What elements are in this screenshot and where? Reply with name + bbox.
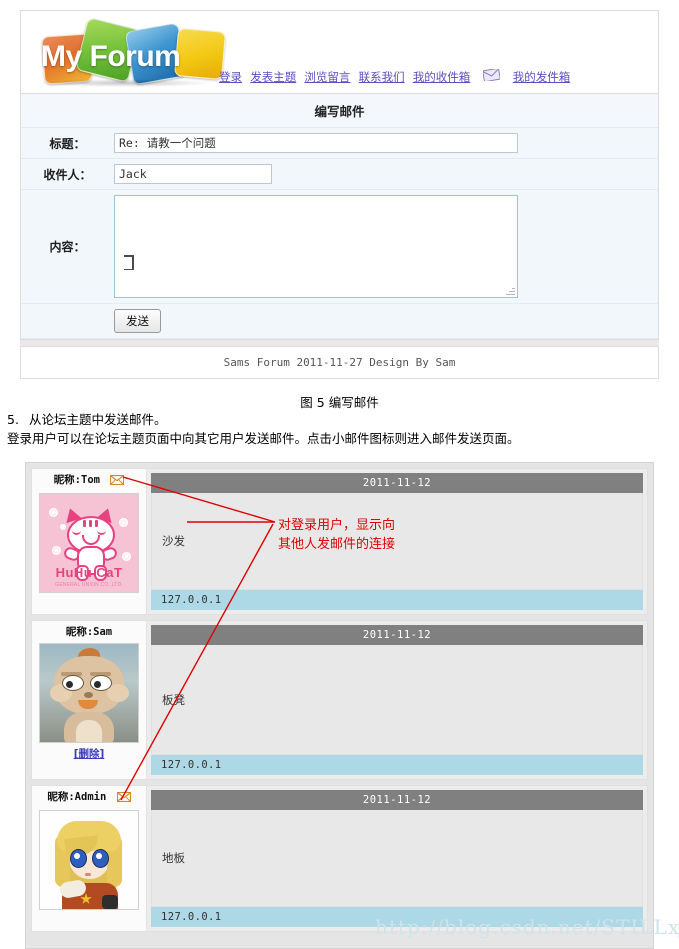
huhu-cat-avatar: HuHu CaT GENERAL UNION CO.,LTD. bbox=[39, 493, 139, 593]
compose-mail-panel: 编写邮件 标题： 收件人： 内容： bbox=[20, 94, 659, 340]
post-author-column: 昵称:Admin bbox=[32, 786, 147, 931]
site-footer: Sams Forum 2011-11-27 Design By Sam bbox=[20, 346, 659, 379]
recipient-field-wrap bbox=[114, 159, 658, 189]
post-date: 2011-11-12 bbox=[151, 790, 643, 810]
table-row: 昵称:Sam [删除] 2011-11-12 板凳 127.0.0.1 bbox=[31, 620, 648, 780]
send-mail-icon[interactable] bbox=[116, 791, 131, 807]
submit-row: 发送 bbox=[21, 304, 658, 339]
anime-girl-avatar bbox=[39, 810, 139, 910]
delete-post-link[interactable]: [删除] bbox=[74, 746, 105, 761]
textarea-wrapper bbox=[114, 195, 518, 298]
content-textarea[interactable] bbox=[114, 195, 518, 298]
nav-outbox[interactable]: 我的发件箱 bbox=[513, 70, 571, 84]
subject-label: 标题： bbox=[49, 136, 86, 151]
avatar-brand-text: HuHu CaT bbox=[55, 565, 123, 580]
post-content-column: 2011-11-12 板凳 127.0.0.1 bbox=[147, 621, 647, 779]
nav-browse-messages[interactable]: 浏览留言 bbox=[304, 70, 350, 84]
doc-paragraph: 登录用户可以在论坛主题页面中向其它用户发送邮件。点击小邮件图标则进入邮件发送页面… bbox=[7, 431, 520, 446]
logo-shadow bbox=[39, 79, 211, 87]
envelope-icon bbox=[481, 68, 501, 84]
post-content-column: 2011-11-12 沙发 127.0.0.1 bbox=[147, 469, 647, 614]
post-body: 沙发 bbox=[151, 493, 643, 590]
subject-field-wrap bbox=[114, 128, 658, 158]
send-mail-icon[interactable] bbox=[110, 474, 125, 490]
doc-list-text: 从论坛主题中发送邮件。 bbox=[28, 412, 167, 427]
recipient-row: 收件人： bbox=[21, 159, 658, 190]
post-body: 地板 bbox=[151, 810, 643, 907]
post-ip: 127.0.0.1 bbox=[151, 590, 643, 610]
post-body: 板凳 bbox=[151, 645, 643, 755]
annotation-text: 对登录用户，显示向 其他人发邮件的连接 bbox=[278, 516, 395, 554]
post-ip: 127.0.0.1 bbox=[151, 755, 643, 775]
doc-list-item: 5. 从论坛主题中发送邮件。 bbox=[7, 410, 672, 429]
avatar-sub-text: GENERAL UNION CO.,LTD. bbox=[55, 582, 123, 588]
subject-row: 标题： bbox=[21, 128, 658, 159]
post-date: 2011-11-12 bbox=[151, 625, 643, 645]
figure-caption: 图 5 编写邮件 bbox=[300, 395, 379, 410]
page-root: My Forum 登录 发表主题 浏览留言 联系我们 我的收件箱 我的发件箱 编… bbox=[0, 0, 679, 949]
nav-login[interactable]: 登录 bbox=[219, 70, 242, 84]
nav-post-topic[interactable]: 发表主题 bbox=[250, 70, 296, 84]
panel-title: 编写邮件 bbox=[21, 94, 658, 128]
recipient-input[interactable] bbox=[114, 164, 272, 184]
annotation-line-2: 其他人发邮件的连接 bbox=[278, 537, 396, 552]
post-date: 2011-11-12 bbox=[151, 473, 643, 493]
main-nav: 登录 发表主题 浏览留言 联系我们 我的收件箱 我的发件箱 bbox=[219, 68, 575, 86]
site-header: My Forum 登录 发表主题 浏览留言 联系我们 我的收件箱 我的发件箱 bbox=[20, 10, 659, 94]
recipient-label: 收件人： bbox=[43, 167, 92, 182]
nickname-text: 昵称:Admin bbox=[47, 791, 107, 803]
nickname-text: 昵称:Tom bbox=[53, 474, 100, 486]
subject-input[interactable] bbox=[114, 133, 518, 153]
plush-cat-avatar bbox=[39, 643, 139, 743]
table-row: 昵称:Admin 2011-11-12 地板 127.0.0.1 bbox=[31, 785, 648, 932]
nav-inbox[interactable]: 我的收件箱 bbox=[413, 70, 471, 84]
document-text: 5. 从论坛主题中发送邮件。 登录用户可以在论坛主题页面中向其它用户发送邮件。点击… bbox=[7, 410, 672, 448]
annotation-line-1: 对登录用户，显示向 bbox=[278, 518, 396, 533]
content-label: 内容： bbox=[49, 240, 86, 254]
content-row: 内容： bbox=[21, 190, 658, 304]
post-author-nickname: 昵称:Tom bbox=[32, 473, 146, 490]
nav-contact-us[interactable]: 联系我们 bbox=[359, 70, 405, 84]
send-button[interactable]: 发送 bbox=[114, 309, 161, 333]
submit-field-wrap: 发送 bbox=[114, 304, 658, 338]
watermark: http://blog.csdn.net/STILLxjy bbox=[375, 915, 679, 939]
forum-site-screenshot: My Forum 登录 发表主题 浏览留言 联系我们 我的收件箱 我的发件箱 编… bbox=[20, 10, 659, 379]
site-logo: My Forum bbox=[33, 17, 227, 88]
post-author-column: 昵称:Sam [删除] bbox=[32, 621, 147, 779]
post-author-nickname: 昵称:Sam bbox=[32, 625, 146, 640]
post-author-nickname: 昵称:Admin bbox=[32, 790, 146, 807]
post-content-column: 2011-11-12 地板 127.0.0.1 bbox=[147, 786, 647, 931]
doc-list-number: 5. bbox=[7, 412, 19, 427]
nickname-text: 昵称:Sam bbox=[65, 626, 113, 638]
post-author-column: 昵称:Tom HuHu CaT GENERAL UNION CO.,LTD. bbox=[32, 469, 147, 614]
content-field-wrap bbox=[114, 190, 658, 303]
logo-text: My Forum bbox=[41, 40, 181, 73]
